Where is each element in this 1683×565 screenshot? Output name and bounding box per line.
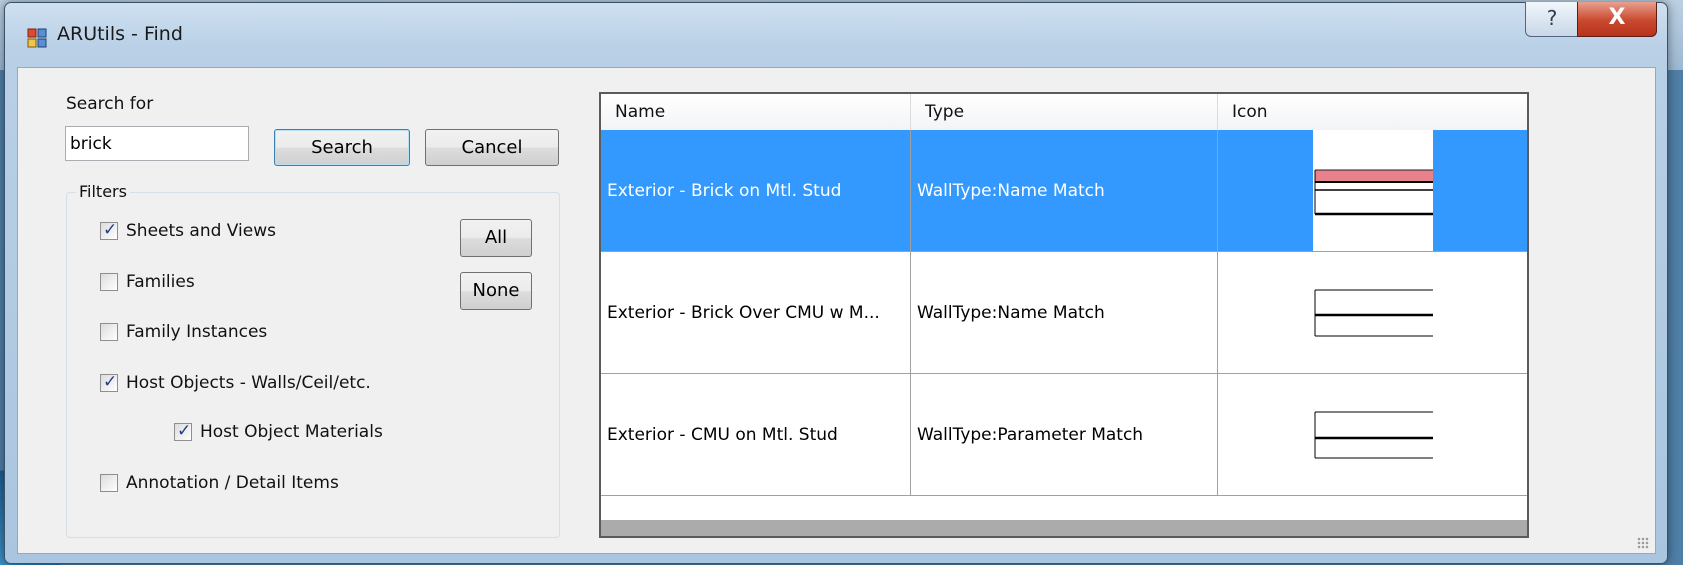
row-name: Exterior - CMU on Mtl. Stud (601, 374, 911, 496)
family-instances-label: Family Instances (126, 322, 268, 342)
filter-families[interactable]: Families (100, 270, 195, 294)
title-bar[interactable]: ARUtils - Find ? X (5, 2, 1667, 67)
filter-host-objects[interactable]: Host Objects - Walls/Ceil/etc. (100, 371, 371, 395)
wall-brick-stud-icon (1312, 130, 1433, 251)
dialog-body: Search for Search Cancel Filters All Non… (17, 67, 1656, 554)
family-instances-checkbox[interactable] (100, 323, 118, 341)
filter-annotation-detail[interactable]: Annotation / Detail Items (100, 471, 339, 495)
close-button[interactable]: X (1577, 2, 1657, 37)
results-header: Name Type Icon (601, 94, 1527, 131)
table-row[interactable]: Exterior - Brick Over CMU w M... WallTyp… (601, 252, 1527, 374)
row-type: WallType:Name Match (911, 252, 1218, 374)
families-checkbox[interactable] (100, 273, 118, 291)
grid-empty-area (601, 520, 1527, 536)
cancel-button[interactable]: Cancel (425, 129, 559, 166)
window-title: ARUtils - Find (57, 23, 183, 45)
sheets-views-checkbox[interactable] (100, 220, 118, 240)
app-icon (27, 28, 47, 48)
filter-host-object-materials[interactable]: Host Object Materials (174, 420, 383, 444)
row-icon-cell (1218, 130, 1527, 252)
column-header-icon[interactable]: Icon (1218, 94, 1527, 130)
wall-brick-cmu-icon (1314, 289, 1433, 336)
row-name: Exterior - Brick Over CMU w M... (601, 252, 911, 374)
filter-all-button[interactable]: All (460, 219, 532, 257)
sheets-views-label: Sheets and Views (126, 221, 276, 241)
host-object-materials-label: Host Object Materials (200, 422, 383, 442)
search-button[interactable]: Search (274, 129, 410, 166)
row-name: Exterior - Brick on Mtl. Stud (601, 130, 911, 252)
search-for-label: Search for (66, 94, 154, 114)
filters-title: Filters (76, 182, 130, 201)
column-header-type[interactable]: Type (911, 94, 1218, 130)
host-object-materials-checkbox[interactable] (174, 421, 192, 441)
annotation-detail-label: Annotation / Detail Items (126, 473, 339, 493)
row-icon-cell (1218, 252, 1527, 374)
host-objects-label: Host Objects - Walls/Ceil/etc. (126, 373, 371, 393)
find-dialog: ARUtils - Find ? X Search for Search Can… (4, 2, 1668, 564)
annotation-detail-checkbox[interactable] (100, 474, 118, 492)
row-icon-cell (1218, 374, 1527, 496)
search-input[interactable] (65, 126, 249, 161)
families-label: Families (126, 272, 195, 292)
results-grid[interactable]: Name Type Icon Exterior - Brick on Mtl. … (599, 92, 1529, 538)
table-row[interactable]: Exterior - CMU on Mtl. Stud WallType:Par… (601, 374, 1527, 496)
wall-cmu-stud-icon (1314, 411, 1433, 458)
host-objects-checkbox[interactable] (100, 372, 118, 392)
column-header-name[interactable]: Name (601, 94, 911, 130)
resize-grip[interactable] (1637, 537, 1649, 549)
row-type: WallType:Parameter Match (911, 374, 1218, 496)
row-type: WallType:Name Match (911, 130, 1218, 252)
table-row[interactable]: Exterior - Brick on Mtl. Stud WallType:N… (601, 130, 1527, 252)
help-button[interactable]: ? (1525, 2, 1579, 37)
filter-family-instances[interactable]: Family Instances (100, 320, 267, 344)
filter-sheets-views[interactable]: Sheets and Views (100, 219, 276, 243)
filter-none-button[interactable]: None (460, 272, 532, 310)
